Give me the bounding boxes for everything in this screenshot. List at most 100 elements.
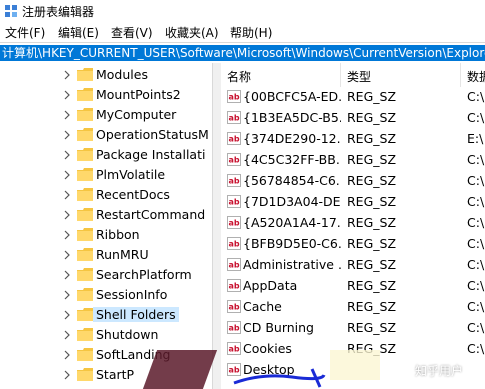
registry-value-row[interactable]: ab Administrative ... REG_SZ C:\ (221, 255, 485, 276)
chevron-right-icon[interactable] (62, 170, 72, 180)
folder-icon (77, 288, 93, 301)
folder-icon (77, 108, 93, 121)
column-header-data[interactable]: 数据 (461, 63, 485, 87)
registry-value-row[interactable]: ab {00BCFC5A-ED... REG_SZ C:\ (221, 87, 485, 108)
chevron-right-icon[interactable] (62, 130, 72, 140)
tree-item-label: SessionInfo (96, 287, 168, 302)
tree-item[interactable]: MyComputer (0, 105, 212, 125)
tree-item-label: Package Installati (96, 147, 206, 162)
chevron-right-icon[interactable] (62, 310, 72, 320)
address-path[interactable]: 计算机\HKEY_CURRENT_USER\Software\Microsoft… (0, 45, 485, 61)
svg-text:ab: ab (229, 219, 240, 228)
address-bar[interactable]: 计算机\HKEY_CURRENT_USER\Software\Microsoft… (0, 42, 485, 64)
title-bar: 注册表编辑器 (0, 0, 485, 22)
tree-item[interactable]: Package Installati (0, 145, 212, 165)
column-header-type[interactable]: 类型 (341, 63, 461, 87)
value-data: C:\ (467, 320, 485, 335)
registry-value-row[interactable]: ab{7D1D3A04-DE... REG_SZ C:\ (221, 192, 485, 213)
column-header-type-label: 类型 (347, 70, 372, 84)
svg-text:ab: ab (229, 303, 240, 312)
folder-icon (77, 208, 93, 221)
folder-icon (77, 248, 93, 261)
string-value-icon: ab (227, 300, 241, 313)
string-value-icon: ab (227, 321, 241, 334)
chevron-right-icon[interactable] (62, 90, 72, 100)
folder-icon (77, 268, 93, 281)
string-value-icon: ab (227, 153, 241, 166)
value-list[interactable]: 名称 类型 数据 ab{00BCFC5A-ED...REG_SZC:\ab{1B… (221, 63, 485, 389)
tree-item-label: PlmVolatile (96, 167, 166, 182)
tree-item-label: Ribbon (96, 227, 140, 242)
chevron-right-icon[interactable] (62, 250, 72, 260)
chevron-right-icon[interactable] (62, 370, 72, 380)
menu-favorites[interactable]: 收藏夹(A) (165, 24, 219, 41)
folder-icon (77, 68, 93, 81)
value-type: REG_SZ (347, 152, 397, 167)
svg-text:ab: ab (229, 156, 240, 165)
string-value-icon: ab (227, 342, 241, 355)
registry-value-row[interactable]: ab {1B3EA5DC-B5... REG_SZ C:\ (221, 108, 485, 129)
value-type: REG_SZ (347, 299, 397, 314)
chevron-right-icon[interactable] (62, 150, 72, 160)
registry-value-row[interactable]: ab CD Burning REG_SZ C:\ (221, 318, 485, 339)
registry-value-row[interactable]: ab AppData REG_SZ C:\ (221, 276, 485, 297)
tree-item[interactable]: Shutdown (0, 325, 212, 345)
tree-item[interactable]: SearchPlatform (0, 265, 212, 285)
menu-edit[interactable]: 编辑(E) (58, 24, 99, 41)
string-value-icon: ab (227, 90, 241, 103)
tree-item-label: Shell Folders (93, 307, 179, 322)
value-type: REG_SZ (347, 110, 397, 125)
menu-view[interactable]: 查看(V) (111, 24, 153, 41)
folder-icon (77, 228, 93, 241)
tree-item[interactable]: MountPoints2 (0, 85, 212, 105)
tree-item-label: RecentDocs (96, 187, 170, 202)
tree-item[interactable]: Shell Folders (0, 305, 212, 325)
tree-item[interactable]: Modules (0, 65, 212, 85)
tree-item[interactable]: Ribbon (0, 225, 212, 245)
svg-text:ab: ab (229, 177, 240, 186)
chevron-right-icon[interactable] (62, 70, 72, 80)
svg-text:ab: ab (229, 261, 240, 270)
tree-item[interactable]: PlmVolatile (0, 165, 212, 185)
value-type: REG_SZ (347, 236, 397, 251)
tree-item[interactable]: RestartCommand (0, 205, 212, 225)
chevron-right-icon[interactable] (62, 110, 72, 120)
registry-value-row[interactable]: ab {BFB9D5E0-C6... REG_SZ C:\ (221, 234, 485, 255)
photo-artifact (330, 350, 380, 380)
column-header-name[interactable]: 名称 (221, 63, 341, 87)
tree-item[interactable]: RunMRU (0, 245, 212, 265)
registry-value-row[interactable]: ab {4C5C32FF-BB... REG_SZ C:\ (221, 150, 485, 171)
value-data: C:\ (467, 89, 485, 104)
chevron-right-icon[interactable] (62, 270, 72, 280)
chevron-right-icon[interactable] (62, 210, 72, 220)
registry-value-row[interactable]: ab {56784854-C6... REG_SZ C:\ (221, 171, 485, 192)
value-data: C:\ (467, 278, 485, 293)
value-name: Cache (243, 299, 282, 314)
menu-file[interactable]: 文件(F) (5, 24, 45, 41)
chevron-right-icon[interactable] (62, 330, 72, 340)
value-name: AppData (243, 278, 298, 293)
tree-item[interactable]: OperationStatusM (0, 125, 212, 145)
value-type: REG_SZ (347, 131, 397, 146)
tree-item[interactable]: SessionInfo (0, 285, 212, 305)
chevron-right-icon[interactable] (62, 190, 72, 200)
regedit-icon (5, 5, 17, 17)
chevron-right-icon[interactable] (62, 230, 72, 240)
menu-help[interactable]: 帮助(H) (230, 24, 272, 41)
chevron-right-icon[interactable] (62, 290, 72, 300)
tree-item-label: RestartCommand (96, 207, 206, 222)
registry-value-row[interactable]: ab {A520A1A4-17... REG_SZ C:\ (221, 213, 485, 234)
tree-item[interactable]: RecentDocs (0, 185, 212, 205)
pane-splitter[interactable] (212, 63, 221, 389)
key-tree[interactable]: Modules MountPoints2 MyComputer OperationSt… (0, 63, 212, 389)
folder-icon (77, 308, 93, 321)
string-value-icon: ab (227, 195, 241, 208)
column-header-data-label: 数据 (467, 70, 485, 84)
registry-value-row[interactable]: ab {374DE290-12... REG_SZ E:\ (221, 129, 485, 150)
svg-text:ab: ab (229, 345, 240, 354)
value-type: REG_SZ (347, 194, 397, 209)
value-data: C:\ (467, 236, 485, 251)
registry-value-row[interactable]: ab Cache REG_SZ C:\ (221, 297, 485, 318)
svg-text:ab: ab (229, 93, 240, 102)
chevron-right-icon[interactable] (62, 350, 72, 360)
